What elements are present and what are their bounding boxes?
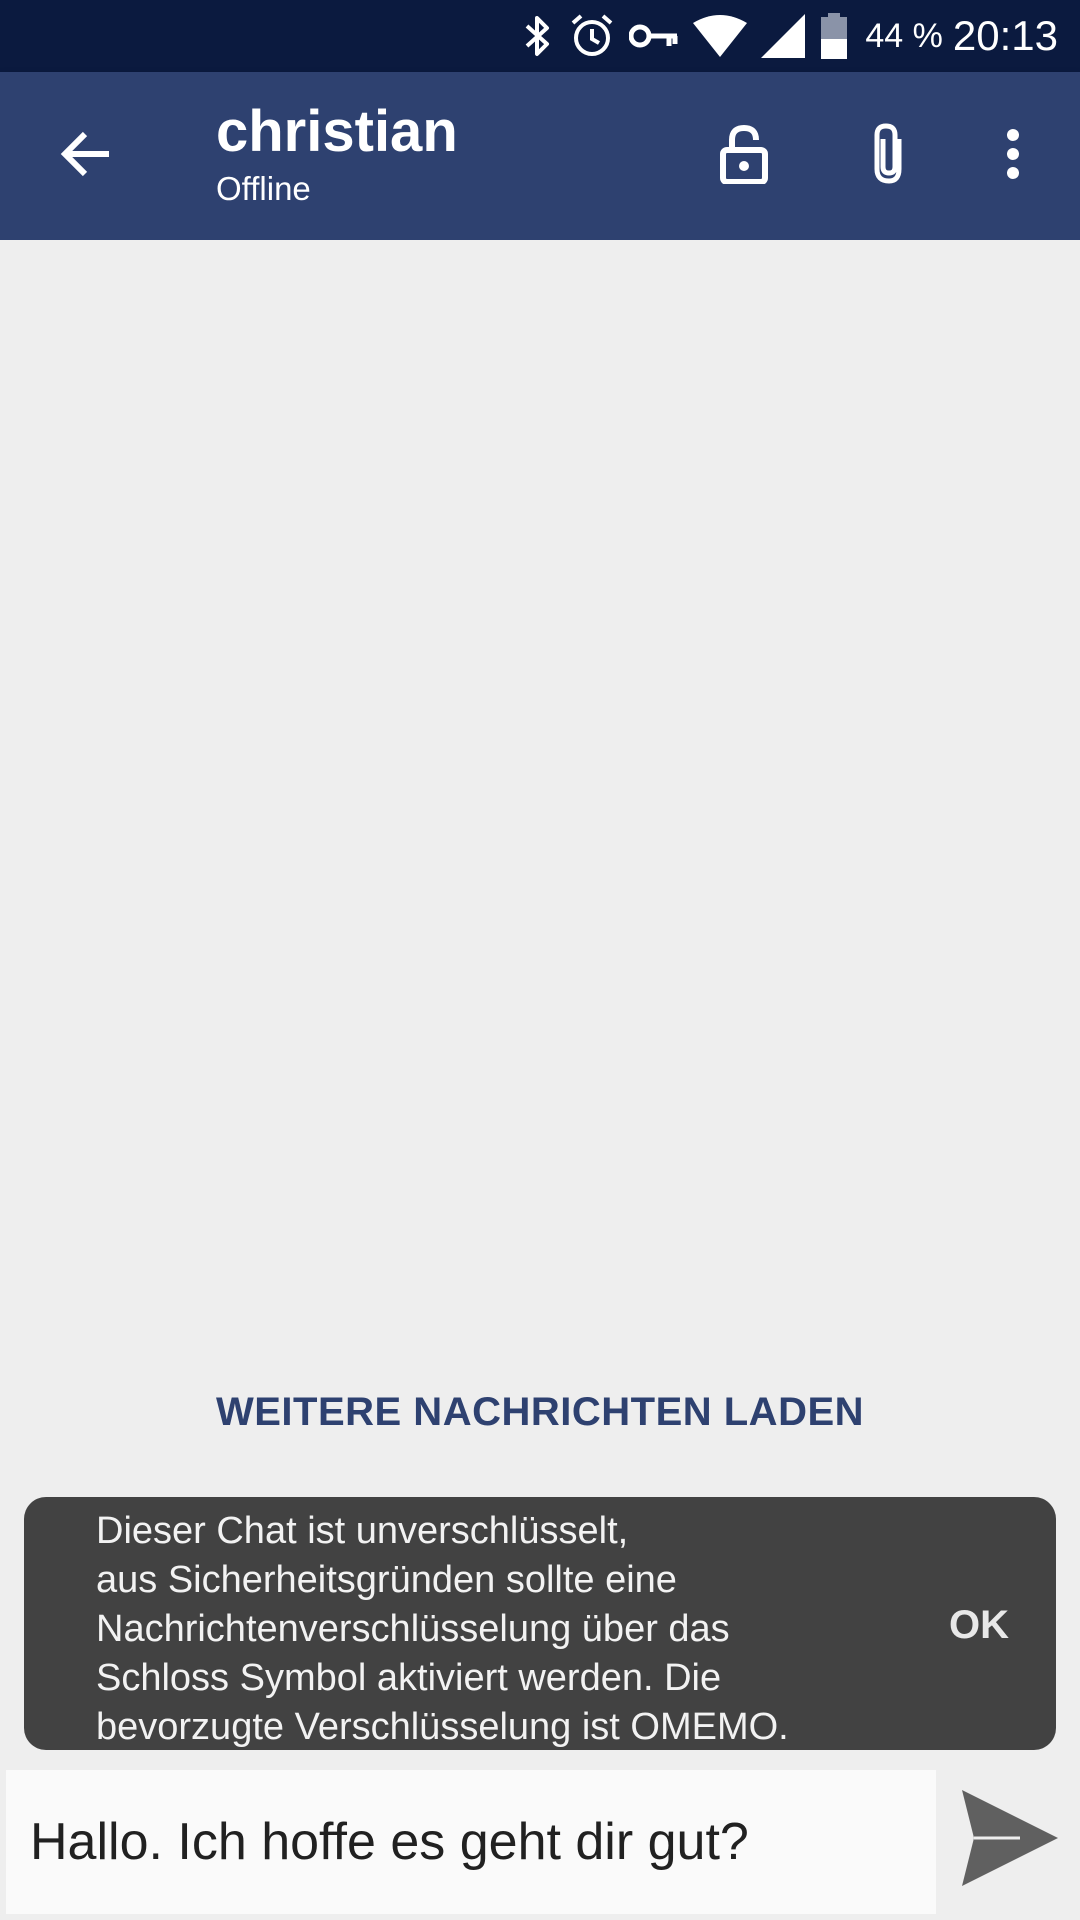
vpn-key-icon [629, 21, 679, 51]
message-list[interactable] [0, 240, 1080, 1497]
wifi-icon [693, 15, 748, 57]
back-arrow-icon [59, 130, 111, 183]
battery-percent: 44 % [865, 16, 943, 55]
battery-icon [819, 13, 849, 59]
more-vert-icon [1005, 128, 1021, 185]
paperclip-icon [869, 122, 909, 190]
encryption-button[interactable] [699, 116, 789, 196]
send-button[interactable] [950, 1780, 1070, 1900]
clock: 20:13 [952, 12, 1058, 59]
send-icon [960, 1788, 1060, 1893]
chat-title: christian [216, 99, 458, 164]
toolbar: christian Offline [0, 72, 1080, 240]
contact-status: Offline [216, 169, 311, 207]
alarm-icon [569, 13, 615, 59]
cell-signal-icon [761, 14, 806, 58]
more-options-button[interactable] [968, 116, 1058, 196]
chat-header[interactable]: christian Offline [216, 100, 458, 208]
composer [0, 1750, 1080, 1920]
snackbar-ok-button[interactable]: OK [924, 1597, 1034, 1653]
bluetooth-icon [521, 14, 555, 58]
message-input[interactable] [6, 1770, 936, 1914]
attach-button[interactable] [844, 116, 934, 196]
encryption-warning-snackbar: Dieser Chat ist unverschlüsselt, aus Sic… [24, 1497, 1056, 1750]
lock-open-icon [719, 124, 769, 189]
snackbar-message: Dieser Chat ist unverschlüsselt, aus Sic… [96, 1510, 789, 1748]
back-button[interactable] [40, 116, 130, 196]
status-bar: 44 % 20:13 [0, 0, 1080, 72]
load-more-messages-button[interactable]: WEITERE NACHRICHTEN LADEN [0, 1390, 1080, 1435]
